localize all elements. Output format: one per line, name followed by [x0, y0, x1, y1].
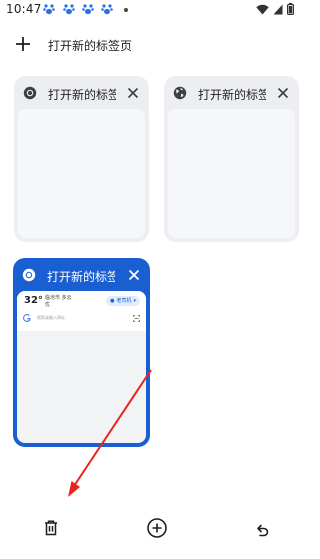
weather-line: 优 [45, 302, 51, 308]
weather-info: 临沧市 多云 优 [45, 295, 72, 309]
tab-title: 打开新的标签页 [198, 88, 266, 102]
baidu-paw-icon [82, 4, 94, 15]
globe-icon [173, 86, 187, 100]
status-bar: 10:47 [0, 0, 314, 20]
new-tab-row[interactable]: 打开新的标签页 [0, 32, 314, 58]
google-icon [23, 314, 31, 322]
delete-button[interactable] [39, 516, 63, 540]
tab-card[interactable]: 打开新的标签页 [164, 76, 299, 242]
status-time: 10:47 [6, 2, 42, 16]
signal-icon [273, 4, 283, 14]
paw-icon: ● [110, 298, 115, 304]
add-tab-button[interactable] [145, 516, 169, 540]
tab-thumbnail [168, 109, 295, 238]
page-preview: 32° 临沧市 多云 优 ● 老司机 ▾ 搜索或输入网址 [17, 291, 146, 331]
tab-header: 打开新的标签页 [13, 258, 150, 291]
tab-title: 打开新的标签页 [48, 88, 116, 102]
wifi-icon [256, 4, 269, 14]
undo-icon [257, 524, 269, 537]
mode-pill: ● 老司机 ▾ [106, 296, 140, 306]
notification-more-dot [124, 8, 128, 12]
chevron-down-icon: ▾ [133, 298, 136, 304]
tab-card-active[interactable]: 打开新的标签页 32° 临沧市 多云 优 ● 老司机 ▾ 搜索或输入网址 [13, 258, 150, 447]
baidu-paw-icon [43, 4, 55, 15]
tab-thumbnail [18, 109, 145, 238]
tab-header: 打开新的标签页 [164, 76, 299, 109]
weather-temperature: 32° [24, 295, 43, 306]
delete-icon [45, 520, 57, 536]
baidu-paw-icon [101, 4, 113, 15]
weather-line: 临沧市 多云 [45, 295, 72, 301]
tab-thumbnail: 32° 临沧市 多云 优 ● 老司机 ▾ 搜索或输入网址 [17, 291, 146, 443]
search-placeholder: 搜索或输入网址 [37, 315, 65, 320]
tab-header: 打开新的标签页 [14, 76, 149, 109]
chrome-icon [22, 268, 36, 282]
undo-button[interactable] [250, 516, 274, 540]
mode-pill-label: 老司机 [116, 298, 132, 304]
tab-card[interactable]: 打开新的标签页 [14, 76, 149, 242]
scan-icon [133, 314, 140, 322]
bottom-toolbar [0, 508, 314, 548]
close-icon[interactable] [127, 268, 141, 282]
battery-icon [287, 3, 294, 15]
close-icon[interactable] [276, 86, 290, 100]
close-icon[interactable] [126, 86, 140, 100]
chrome-icon [23, 86, 37, 100]
preview-search-bar: 搜索或输入网址 [23, 313, 140, 323]
system-icons [256, 3, 294, 15]
plus-icon [16, 37, 30, 51]
new-tab-label: 打开新的标签页 [48, 39, 133, 53]
baidu-paw-icon [63, 4, 75, 15]
tab-title: 打开新的标签页 [47, 270, 115, 284]
add-tab-icon [147, 518, 167, 538]
